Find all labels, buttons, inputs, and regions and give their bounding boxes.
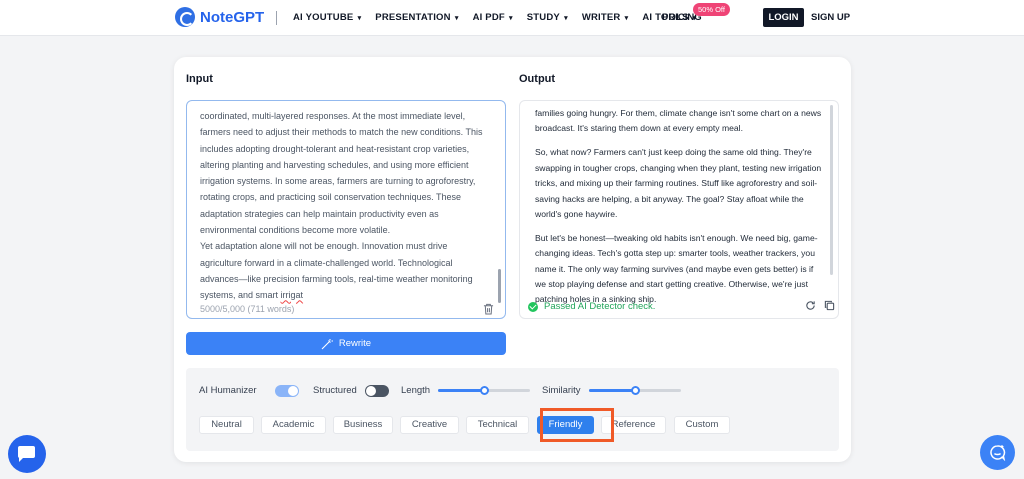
rewriter-card: Input Output coordinated, multi-layered … xyxy=(174,57,851,462)
nav-item-study[interactable]: STUDY ▾ xyxy=(527,12,568,23)
nav-label: PRESENTATION xyxy=(375,12,451,23)
tone-academic[interactable]: Academic xyxy=(261,416,326,434)
selection-highlight xyxy=(540,408,614,442)
chevron-down-icon: ▾ xyxy=(355,15,362,22)
nav-label: AI YOUTUBE xyxy=(293,12,354,23)
tone-creative[interactable]: Creative xyxy=(400,416,459,434)
input-line: advances—like precision farming tools, r… xyxy=(200,273,473,284)
settings-panel: AI Humanizer Structured Length Similarit… xyxy=(186,368,839,451)
nav-item-presentation[interactable]: PRESENTATION ▾ xyxy=(375,12,458,23)
magic-wand-icon xyxy=(321,338,333,349)
input-line: irrigation systems. In some areas, farme… xyxy=(200,176,476,187)
input-line: Yet adaptation alone will not be enough.… xyxy=(200,241,448,252)
input-line: altering planting and harvesting schedul… xyxy=(200,159,469,170)
input-line: environmental conditions become more vol… xyxy=(200,225,391,236)
input-label: Input xyxy=(186,73,213,85)
smile-chat-icon xyxy=(990,445,1006,461)
nav-divider xyxy=(276,11,277,25)
output-paragraph: families going hungry. For them, climate… xyxy=(535,108,822,134)
refresh-icon[interactable] xyxy=(805,300,816,311)
output-text: families going hungry. For them, climate… xyxy=(535,106,825,316)
output-panel: families going hungry. For them, climate… xyxy=(519,100,839,319)
chevron-down-icon: ▾ xyxy=(506,15,513,22)
ai-detector-status: Passed AI Detector check. xyxy=(528,301,655,312)
copy-icon[interactable] xyxy=(824,300,835,311)
input-textarea[interactable]: coordinated, multi-layered responses. At… xyxy=(186,100,506,319)
input-line: rotating crops, and practicing soil cons… xyxy=(200,192,461,203)
structured-toggle[interactable] xyxy=(365,385,389,397)
main-nav: AI YOUTUBE ▾ PRESENTATION ▾ AI PDF ▾ STU… xyxy=(293,12,697,23)
ai-humanizer-label: AI Humanizer xyxy=(199,385,257,396)
trash-icon[interactable] xyxy=(483,303,494,315)
top-navbar: NoteGPT AI YOUTUBE ▾ PRESENTATION ▾ AI P… xyxy=(0,0,1024,36)
output-paragraph: But let's be honest—tweaking old habits … xyxy=(535,232,818,305)
input-line: agriculture forward in a climate-challen… xyxy=(200,257,453,268)
output-actions xyxy=(805,300,835,311)
nav-item-ai-pdf[interactable]: AI PDF ▾ xyxy=(473,12,513,23)
discount-badge: 50% Off xyxy=(693,3,730,16)
nav-item-writer[interactable]: WRITER ▾ xyxy=(582,12,629,23)
login-button[interactable]: LOGIN xyxy=(763,8,804,27)
input-line-text: systems, and smart xyxy=(200,290,281,301)
similarity-slider-fill xyxy=(589,389,635,392)
similarity-label: Similarity xyxy=(542,385,581,396)
output-scrollbar[interactable] xyxy=(830,105,833,275)
tone-business[interactable]: Business xyxy=(333,416,393,434)
input-scrollbar[interactable] xyxy=(498,269,501,303)
structured-label: Structured xyxy=(313,385,357,396)
chat-icon[interactable] xyxy=(8,435,46,473)
signup-link[interactable]: SIGN UP xyxy=(811,12,850,23)
check-circle-icon xyxy=(528,301,538,312)
similarity-slider[interactable] xyxy=(589,386,681,395)
assistant-button[interactable] xyxy=(980,435,1015,470)
input-text[interactable]: coordinated, multi-layered responses. At… xyxy=(200,108,495,304)
tone-custom[interactable]: Custom xyxy=(674,416,730,434)
chevron-down-icon: ▾ xyxy=(622,15,629,22)
char-count: 5000/5,000 (711 words) xyxy=(200,304,295,314)
rewrite-label: Rewrite xyxy=(338,338,372,349)
input-line: coordinated, multi-layered responses. At… xyxy=(200,111,466,121)
length-slider-handle[interactable] xyxy=(479,386,489,395)
chevron-down-icon: ▾ xyxy=(561,15,568,22)
settings-row: AI Humanizer Structured Length Similarit… xyxy=(199,384,829,398)
length-slider-fill xyxy=(438,389,484,392)
output-label: Output xyxy=(519,73,556,85)
tone-technical[interactable]: Technical xyxy=(466,416,529,434)
output-paragraph: So, what now? Farmers can't just keep do… xyxy=(535,147,822,219)
rewrite-button[interactable]: Rewrite xyxy=(186,332,506,355)
misspelled-word: irrigat xyxy=(280,290,304,301)
input-line: systems, and smart irrigat xyxy=(200,287,495,303)
length-label: Length xyxy=(401,385,431,396)
tone-neutral[interactable]: Neutral xyxy=(199,416,254,434)
length-slider[interactable] xyxy=(438,386,530,395)
notegpt-logo-icon xyxy=(175,7,195,27)
detector-status-text: Passed AI Detector check. xyxy=(544,301,656,312)
nav-label: AI PDF xyxy=(472,12,505,23)
input-line: adaptation strategies can help maintain … xyxy=(200,208,439,219)
input-line: includes adopting drought-tolerant and h… xyxy=(200,143,470,154)
nav-item-ai-youtube[interactable]: AI YOUTUBE ▾ xyxy=(293,12,361,23)
nav-label: STUDY xyxy=(526,12,560,23)
input-line: farmers need to adjust their methods to … xyxy=(200,127,483,138)
nav-label: WRITER xyxy=(581,12,621,23)
chevron-down-icon: ▾ xyxy=(452,15,459,22)
similarity-slider-handle[interactable] xyxy=(630,386,640,395)
ai-humanizer-toggle[interactable] xyxy=(275,385,299,397)
brand-name: NoteGPT xyxy=(200,8,265,26)
brand-logo[interactable]: NoteGPT xyxy=(175,7,264,27)
